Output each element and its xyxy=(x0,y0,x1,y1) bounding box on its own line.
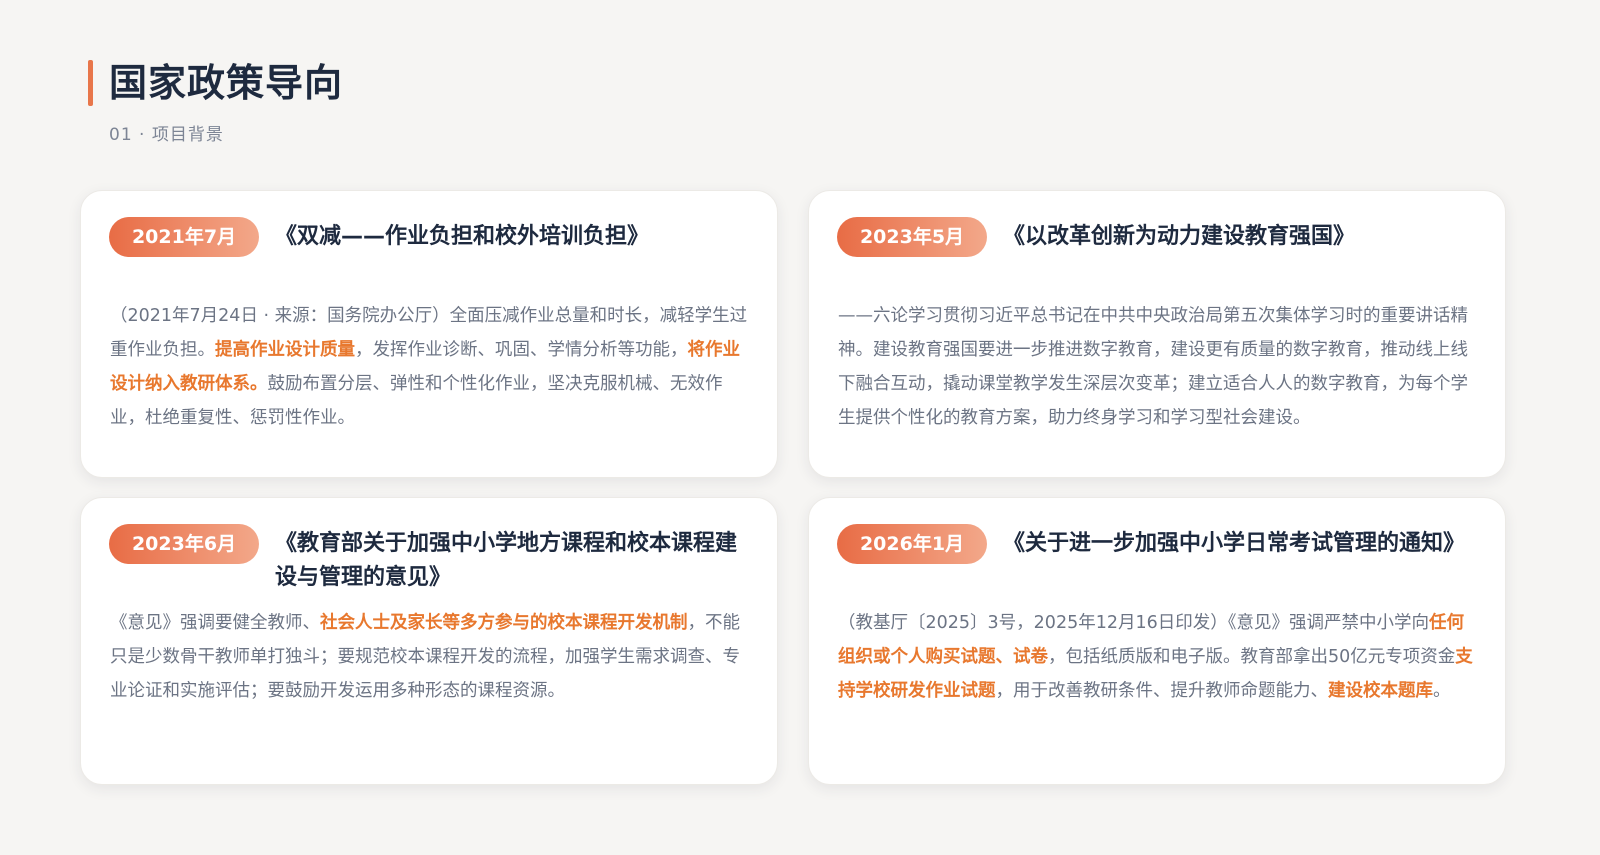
card-body: （教基厅〔2025〕3号，2025年12月16日印发）《意见》强调严禁中小学向任… xyxy=(838,606,1481,708)
card-title: 《双减——作业负担和校外培训负担》 xyxy=(275,224,650,249)
card-head: 2023年5月 《以改革创新为动力建设教育强国》 xyxy=(837,217,1485,257)
card-title: 《以改革创新为动力建设教育强国》 xyxy=(1003,224,1356,249)
date-badge: 2026年1月 xyxy=(837,524,987,564)
card-body: ——六论学习贯彻习近平总书记在中共中央政治局第五次集体学习时的重要讲话精神。建设… xyxy=(838,299,1481,435)
body-text: ，用于改善教研条件、提升教师命题能力、 xyxy=(995,681,1329,701)
policy-card-2: 2023年5月 《以改革创新为动力建设教育强国》 ——六论学习贯彻习近平总书记在… xyxy=(808,190,1506,478)
highlight-text: 提高作业设计质量 xyxy=(215,340,355,360)
body-text: ——六论学习贯彻习近平总书记在中共中央政治局第五次集体学习时的重要讲话精神。建设… xyxy=(838,306,1468,428)
card-body: 《意见》强调要健全教师、社会人士及家长等多方参与的校本课程开发机制，不能只是少数… xyxy=(110,606,753,708)
highlight-text: 建设校本题库 xyxy=(1328,681,1433,701)
highlight-text: 社会人士及家长等多方参与的校本课程开发机制 xyxy=(320,613,688,633)
body-text: 《意见》强调要健全教师、 xyxy=(110,613,320,633)
date-badge: 2023年6月 xyxy=(109,524,259,564)
card-title: 《教育部关于加强中小学地方课程和校本课程建设与管理的意见》 xyxy=(275,531,738,590)
body-text: ，包括纸质版和电子版。教育部拿出50亿元专项资金 xyxy=(1048,647,1456,667)
body-text: 。 xyxy=(1433,681,1451,701)
date-badge: 2021年7月 xyxy=(109,217,259,257)
page-title: 国家政策导向 xyxy=(109,61,344,105)
body-text: （教基厅〔2025〕3号，2025年12月16日印发）《意见》强调严禁中小学向 xyxy=(838,613,1429,633)
card-head: 2026年1月 《关于进一步加强中小学日常考试管理的通知》 xyxy=(837,524,1485,564)
card-head: 2021年7月 《双减——作业负担和校外培训负担》 xyxy=(109,217,757,257)
policy-card-3: 2023年6月 《教育部关于加强中小学地方课程和校本课程建设与管理的意见》 《意… xyxy=(80,497,778,785)
section-subtitle: 01 · 项目背景 xyxy=(109,125,224,145)
card-body: （2021年7月24日 · 来源：国务院办公厅）全面压减作业总量和时长，减轻学生… xyxy=(110,299,753,435)
title-accent-bar xyxy=(88,60,93,106)
card-head: 2023年6月 《教育部关于加强中小学地方课程和校本课程建设与管理的意见》 xyxy=(109,524,757,595)
page-header: 国家政策导向 01 · 项目背景 xyxy=(88,60,343,145)
policy-card-1: 2021年7月 《双减——作业负担和校外培训负担》 （2021年7月24日 · … xyxy=(80,190,778,478)
card-title: 《关于进一步加强中小学日常考试管理的通知》 xyxy=(1003,531,1466,556)
title-row: 国家政策导向 xyxy=(88,60,343,106)
date-badge: 2023年5月 xyxy=(837,217,987,257)
policy-card-4: 2026年1月 《关于进一步加强中小学日常考试管理的通知》 （教基厅〔2025〕… xyxy=(808,497,1506,785)
body-text: ，发挥作业诊断、巩固、学情分析等功能， xyxy=(355,340,688,360)
